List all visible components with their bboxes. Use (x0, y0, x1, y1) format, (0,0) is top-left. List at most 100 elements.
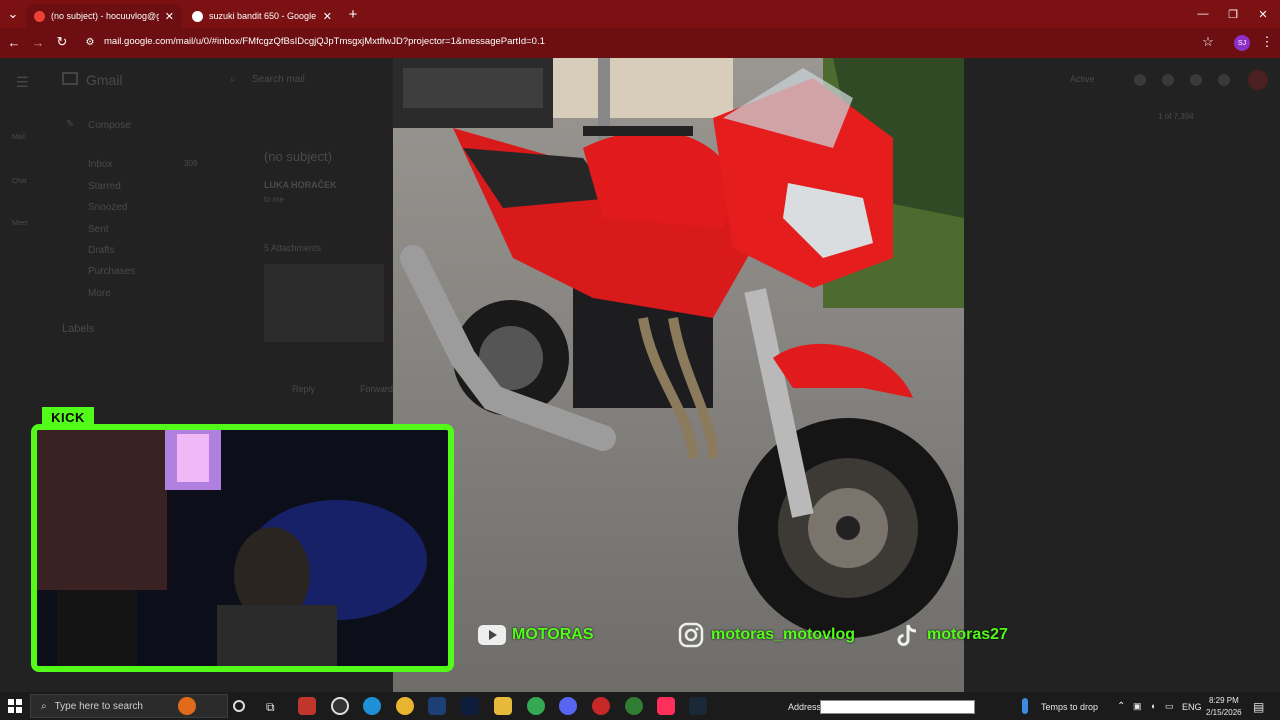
mail-search-input[interactable]: Search mail (252, 74, 305, 85)
tab-title: suzuki bandit 650 - Google Se (209, 11, 317, 21)
display-icon[interactable]: ▭ (1165, 701, 1174, 712)
pager-text: 1 of 7,394 (1158, 112, 1194, 121)
google-favicon-icon (192, 10, 203, 22)
url-text[interactable]: mail.google.com/mail/u/0/#inbox/FMfcgzQf… (104, 36, 545, 47)
address-toolbar-input[interactable] (820, 700, 975, 714)
nav-purchases[interactable]: Purchases (88, 266, 135, 277)
address-label: Address (788, 702, 822, 712)
notification-icon[interactable]: ▤ (1253, 700, 1264, 714)
forward-icon[interactable]: → (27, 31, 49, 53)
taskbar-search-box[interactable]: ⌕ Type here to search (30, 694, 228, 718)
settings-icon[interactable] (1162, 74, 1174, 86)
nav-snoozed[interactable]: Snoozed (88, 202, 127, 213)
chrome-icon[interactable] (396, 697, 414, 715)
site-info-icon[interactable]: ⚙ (79, 31, 101, 53)
status-active[interactable]: Active (1070, 74, 1095, 84)
gmail-favicon-icon (34, 10, 45, 22)
rail-mail[interactable]: Mail (12, 134, 25, 141)
cortana-icon[interactable] (233, 700, 245, 712)
youtube-icon (478, 622, 506, 648)
tray-chevron-icon[interactable]: ⌃ (1117, 701, 1125, 712)
motorcycle-photo-drawing (393, 58, 964, 692)
attachments-heading: 5 Attachments (264, 243, 322, 253)
bookmark-star-icon[interactable]: ☆ (1197, 31, 1219, 53)
minimize-button[interactable]: — (1192, 3, 1214, 25)
edge-icon[interactable] (363, 697, 381, 715)
reload-icon[interactable]: ↻ (51, 31, 73, 53)
instagram-handle-text: motoras_motovlog (711, 626, 856, 643)
new-tab-button[interactable]: + (342, 3, 364, 25)
instagram-icon (677, 622, 705, 648)
reply-button[interactable]: Reply (292, 384, 315, 394)
nav-starred[interactable]: Starred (88, 181, 121, 192)
app-icon-1[interactable] (298, 697, 316, 715)
tiktok-icon (893, 622, 921, 648)
taskbar-search-input[interactable]: Type here to search (55, 701, 143, 712)
gemini-icon[interactable] (1190, 74, 1202, 86)
gmail-logo-icon (62, 72, 78, 85)
thermometer-icon (1022, 698, 1028, 714)
photoshop-icon[interactable] (461, 697, 479, 715)
nav-drafts[interactable]: Drafts (88, 245, 115, 256)
search-icon: ⌕ (41, 700, 47, 712)
search-icon[interactable]: ⌕ (230, 74, 236, 85)
attachment-thumbnail[interactable] (264, 264, 384, 342)
email-subject: (no subject) (264, 149, 332, 164)
nav-sent[interactable]: Sent (88, 224, 109, 235)
youtube-handle-text: MOTORAS (512, 626, 594, 643)
tiktok-app-icon[interactable] (657, 697, 675, 715)
basketball-icon (178, 697, 196, 715)
close-window-button[interactable]: ✕ (1252, 3, 1274, 25)
webcam-feed (31, 424, 454, 672)
browser-tab-bar: ⌄ (no subject) - hocuuvlog@gm ✕ suzuki b… (0, 0, 1280, 28)
profile-avatar[interactable]: SJ (1234, 35, 1250, 51)
back-icon[interactable]: ← (3, 31, 25, 53)
tab-google-search[interactable]: suzuki bandit 650 - Google Se ✕ (184, 4, 340, 28)
close-tab-icon[interactable]: ✕ (323, 10, 332, 23)
speaker-icon[interactable]: ◖ (1150, 701, 1155, 711)
rail-meet[interactable]: Meet (12, 220, 28, 227)
maximize-button[interactable]: ❐ (1222, 3, 1244, 25)
account-avatar[interactable] (1248, 70, 1268, 90)
inbox-count: 309 (184, 159, 198, 168)
apps-grid-icon[interactable] (1218, 74, 1230, 86)
file-explorer-icon[interactable] (494, 697, 512, 715)
tab-gmail[interactable]: (no subject) - hocuuvlog@gm ✕ (26, 4, 182, 28)
network-icon[interactable]: ▣ (1133, 701, 1142, 712)
forward-button[interactable]: Forward (360, 384, 393, 394)
recipient-text[interactable]: to me (264, 195, 284, 204)
tab-search-icon[interactable]: ⌄ (2, 3, 24, 25)
help-icon[interactable] (1134, 74, 1146, 86)
gmail-logo-text: Gmail (86, 72, 123, 88)
close-tab-icon[interactable]: ✕ (165, 10, 174, 23)
nav-more[interactable]: More (88, 288, 111, 299)
rail-chat[interactable]: Chat (12, 178, 27, 185)
steam-icon[interactable] (689, 697, 707, 715)
app-icon-2[interactable] (331, 697, 349, 715)
sender-name[interactable]: LUKA HORAČEK (264, 180, 337, 190)
main-menu-icon[interactable]: ☰ (16, 74, 29, 91)
app-icon-4[interactable] (592, 697, 610, 715)
compose-pencil-icon: ✎ (66, 119, 75, 130)
youtube-handle: MOTORAS (478, 622, 593, 648)
instagram-handle: motoras_motovlog (677, 622, 855, 648)
labels-heading: Labels (62, 323, 95, 335)
tiktok-handle-text: motoras27 (927, 626, 1008, 643)
nav-inbox[interactable]: Inbox (88, 159, 112, 170)
clock-time[interactable]: 8:29 PM (1209, 696, 1239, 705)
webcam-drawing (37, 430, 448, 666)
chrome-profile-icon[interactable] (527, 697, 545, 715)
motorcycle-photo[interactable] (393, 58, 964, 692)
language-indicator[interactable]: ENG (1182, 702, 1202, 712)
discord-icon[interactable] (559, 697, 577, 715)
browser-menu-icon[interactable]: ⋮ (1256, 31, 1278, 53)
tiktok-handle: motoras27 (893, 622, 1008, 648)
app-icon-5[interactable] (625, 697, 643, 715)
windows-start-icon[interactable] (8, 699, 22, 713)
clock-date[interactable]: 2/15/2026 (1206, 708, 1242, 717)
tab-title: (no subject) - hocuuvlog@gm (51, 11, 159, 21)
compose-button[interactable]: Compose (88, 120, 131, 131)
app-icon-3[interactable] (428, 697, 446, 715)
task-view-icon[interactable]: ⧉ (266, 700, 275, 715)
weather-text[interactable]: Temps to drop (1041, 702, 1098, 712)
